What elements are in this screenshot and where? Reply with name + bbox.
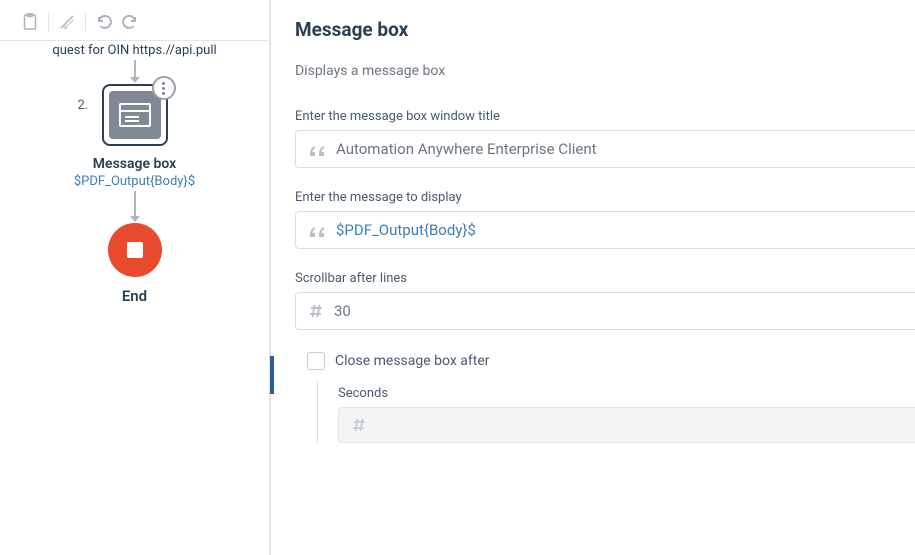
stop-icon: [127, 242, 143, 258]
hash-icon: [351, 417, 367, 433]
step-number: 2.: [78, 98, 89, 113]
input-value: 30: [334, 302, 903, 320]
field-window-title: Enter the message box window title Autom…: [295, 109, 915, 168]
clipboard-icon[interactable]: [20, 12, 40, 32]
undo-icon[interactable]: [94, 12, 114, 32]
flow-step-message-box[interactable]: 2.: [102, 84, 168, 146]
end-node[interactable]: [108, 223, 162, 277]
quote-icon: [308, 142, 326, 156]
flow-canvas-panel: quest for OIN https.//api.pull 2. Messag…: [0, 0, 270, 555]
end-label: End: [0, 287, 269, 305]
hash-icon: [308, 303, 324, 319]
close-after-subsection: Seconds: [317, 382, 915, 443]
panel-accent-bar: [270, 356, 274, 394]
page-title: Message box: [295, 18, 915, 41]
flow-connector: [134, 191, 136, 221]
quote-icon: [308, 223, 326, 237]
flow-connector: [134, 60, 136, 82]
flow-toolbar: [0, 12, 269, 41]
input-value: $PDF_Output{Body}$: [336, 221, 903, 239]
redo-icon[interactable]: [120, 12, 140, 32]
seconds-input: [338, 407, 915, 443]
field-scrollbar-lines: Scrollbar after lines 30: [295, 271, 915, 330]
message-box-icon: [119, 103, 151, 127]
input-value: Automation Anywhere Enterprise Client: [336, 140, 903, 158]
message-input[interactable]: $PDF_Output{Body}$: [295, 211, 915, 249]
field-label: Enter the message to display: [295, 190, 915, 205]
previous-step-cutoff: quest for OIN https.//api.pull: [0, 43, 269, 58]
field-label: Seconds: [338, 386, 915, 401]
field-label: Enter the message box window title: [295, 109, 915, 124]
scrollbar-lines-input[interactable]: 30: [295, 292, 915, 330]
properties-panel: Message box Displays a message box Enter…: [270, 0, 915, 555]
field-label: Scrollbar after lines: [295, 271, 915, 286]
field-message: Enter the message to display $PDF_Output…: [295, 190, 915, 249]
window-title-input[interactable]: Automation Anywhere Enterprise Client: [295, 130, 915, 168]
node-title: Message box: [0, 156, 269, 172]
close-after-checkbox[interactable]: [307, 352, 325, 370]
checkbox-label: Close message box after: [335, 353, 490, 369]
node-subtitle: $PDF_Output{Body}$: [0, 174, 269, 189]
node-options-button[interactable]: [152, 76, 176, 100]
brush-icon[interactable]: [57, 12, 77, 32]
message-box-node[interactable]: [102, 84, 168, 146]
close-after-row: Close message box after: [307, 352, 915, 370]
panel-description: Displays a message box: [295, 63, 915, 79]
